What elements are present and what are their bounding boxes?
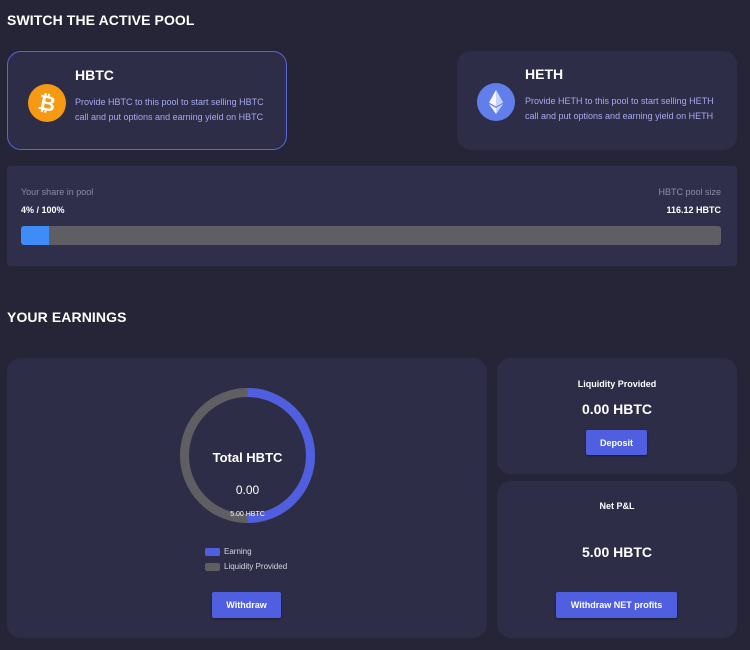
legend-label: Liquidity Provided: [224, 562, 288, 571]
share-label: Your share in pool: [21, 187, 94, 197]
switch-pool-title: SWITCH THE ACTIVE POOL: [7, 12, 195, 28]
pnl-title: Net P&L: [599, 501, 635, 511]
total-sub-value: 5.00 HBTC: [230, 511, 265, 518]
pool-size-value: 116.12 HBTC: [666, 205, 721, 215]
pool-description: Provide HBTC to this pool to start selli…: [75, 97, 264, 122]
legend-item-liquidity: Liquidity Provided: [205, 559, 287, 574]
pool-name: HETH: [525, 66, 564, 82]
total-value: 0.00: [235, 483, 260, 497]
total-title: Total HBTC: [212, 450, 283, 465]
earnings-title: YOUR EARNINGS: [7, 309, 127, 325]
donut-labels: Total HBTC 0.00 5.00 HBTC: [179, 387, 316, 524]
bitcoin-icon: ₿: [28, 84, 66, 122]
pnl-value: 5.00 HBTC: [581, 544, 653, 560]
share-progress-bar: [21, 226, 721, 245]
liquidity-title: Liquidity Provided: [577, 379, 657, 389]
pool-size-label: HBTC pool size: [658, 187, 721, 197]
svg-text:₿: ₿: [36, 90, 58, 117]
legend-item-earning: Earning: [205, 544, 287, 559]
deposit-button[interactable]: Deposit: [586, 430, 647, 455]
withdraw-net-profits-button[interactable]: Withdraw NET profits: [556, 592, 677, 618]
legend-swatch: [205, 562, 220, 571]
pool-card-hbtc[interactable]: ₿ HBTC Provide HBTC to this pool to star…: [7, 51, 287, 150]
legend-swatch: [205, 547, 220, 556]
liquidity-value: 0.00 HBTC: [581, 401, 653, 417]
pool-description: Provide HETH to this pool to start selli…: [525, 96, 714, 121]
share-progress-fill: [21, 226, 49, 245]
pool-share-panel: Your share in pool 4% / 100% HBTC pool s…: [7, 166, 737, 266]
pool-card-heth[interactable]: HETH Provide HETH to this pool to start …: [457, 51, 737, 150]
liquidity-provided-card: Liquidity Provided 0.00 HBTC Deposit: [497, 358, 737, 474]
pool-name: HBTC: [75, 67, 114, 83]
total-earnings-card: Total HBTC 0.00 5.00 HBTC Earning Liquid…: [7, 358, 487, 638]
share-value: 4% / 100%: [21, 205, 65, 215]
net-pnl-card: Net P&L 5.00 HBTC Withdraw NET profits: [497, 481, 737, 638]
withdraw-button[interactable]: Withdraw: [212, 592, 281, 618]
ethereum-icon: [477, 83, 515, 121]
donut-legend: Earning Liquidity Provided: [205, 544, 287, 574]
legend-label: Earning: [224, 547, 252, 556]
